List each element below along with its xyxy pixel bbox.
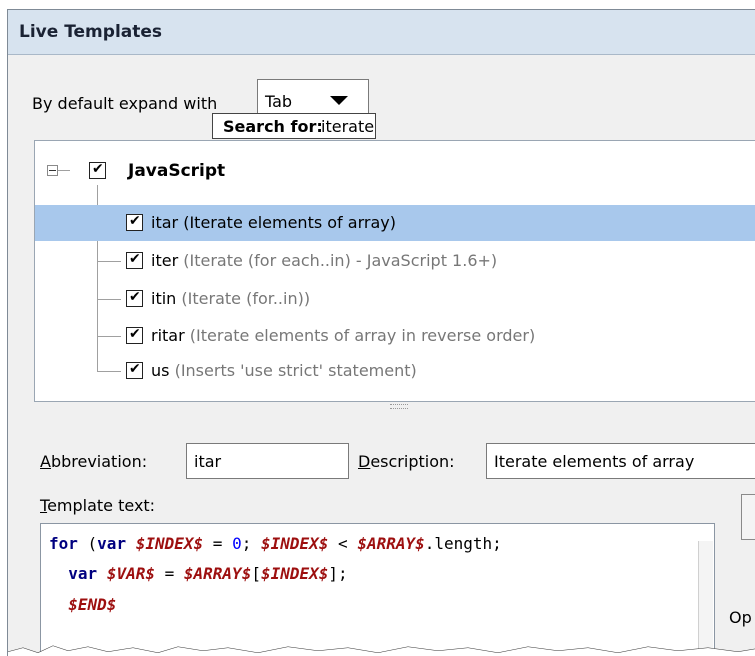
abbreviation-label: Abbreviation: (40, 452, 148, 471)
code-line: var $VAR$ = $ARRAY$[$INDEX$]; (49, 564, 348, 583)
group-checkbox[interactable]: ✔ (89, 161, 106, 179)
template-row-us[interactable]: ✔ us (Inserts 'use strict' statement) (35, 353, 755, 389)
templates-tree[interactable]: ✔ JavaScript ✔ itar (Iterate elements of… (34, 140, 755, 402)
live-templates-panel: Live Templates By default expand with Ta… (7, 9, 755, 656)
abbreviation-value: itar (194, 452, 222, 471)
editor-scrollbar[interactable] (698, 541, 713, 656)
collapse-toggle-icon[interactable] (47, 165, 58, 176)
checkmark-icon: ✔ (129, 251, 141, 267)
description-input[interactable]: Iterate elements of array (486, 443, 755, 479)
edit-variables-button[interactable] (741, 494, 755, 540)
expand-with-value: Tab (265, 92, 293, 111)
checkmark-icon: ✔ (129, 326, 141, 342)
code-token: for (49, 534, 78, 553)
template-abbreviation: us (151, 361, 170, 380)
template-text-label: Template text: (40, 496, 156, 515)
checkmark-icon: ✔ (129, 289, 141, 305)
panel-title: Live Templates (19, 22, 163, 42)
template-abbreviation: ritar (151, 326, 185, 345)
abbreviation-input[interactable]: itar (186, 443, 349, 479)
code-token: ( (77, 534, 98, 553)
expand-with-dropdown[interactable]: Tab (257, 79, 369, 113)
template-description: (Iterate (for each..in) - JavaScript 1.6… (183, 251, 498, 270)
template-row-iter[interactable]: ✔ iter (Iterate (for each..in) - JavaScr… (35, 243, 755, 279)
code-token: ; (241, 534, 261, 553)
template-row-ritar[interactable]: ✔ ritar (Iterate elements of array in re… (35, 318, 755, 354)
options-label: Op (729, 608, 752, 627)
template-checkbox[interactable]: ✔ (126, 361, 143, 379)
code-token: < (328, 534, 358, 553)
template-checkbox[interactable]: ✔ (126, 213, 143, 231)
code-token: var (68, 564, 98, 583)
search-popup: Search for: iterate (212, 113, 376, 139)
template-description: (Inserts 'use strict' statement) (174, 361, 417, 380)
code-token: $INDEX$ (260, 564, 329, 583)
code-token: $INDEX$ (135, 534, 204, 553)
description-value: Iterate elements of array (494, 452, 695, 471)
code-token: ]; (328, 564, 348, 583)
code-token: $VAR$ (106, 564, 155, 583)
code-token: $INDEX$ (260, 534, 329, 553)
code-token: [ (251, 564, 261, 583)
template-abbreviation: itin (151, 289, 177, 308)
chevron-down-icon (330, 96, 348, 105)
group-label-javascript: JavaScript (128, 161, 226, 181)
code-token: $ARRAY$ (183, 564, 252, 583)
code-token: 0 (232, 534, 242, 553)
torn-edge (8, 645, 755, 656)
description-label: Description: (358, 452, 455, 471)
code-token: $END$ (68, 595, 117, 614)
search-popup-label: Search for: (223, 117, 323, 136)
template-description: (Iterate elements of array) (183, 213, 396, 232)
template-text-editor[interactable]: for (var $INDEX$ = 0; $INDEX$ < $ARRAY$.… (40, 523, 715, 656)
template-abbreviation: iter (151, 251, 179, 270)
template-abbreviation: itar (151, 213, 179, 232)
checkmark-icon: ✔ (129, 213, 141, 229)
expand-with-label: By default expand with (32, 94, 218, 113)
template-checkbox[interactable]: ✔ (126, 251, 143, 269)
panel-header: Live Templates (8, 10, 755, 55)
code-token: var (97, 534, 127, 553)
code-token: = (154, 564, 184, 583)
code-line: $END$ (49, 595, 116, 614)
template-row-itar[interactable]: ✔ itar (Iterate elements of array) (35, 205, 755, 241)
code-line: for (var $INDEX$ = 0; $INDEX$ < $ARRAY$.… (49, 534, 502, 553)
template-row-itin[interactable]: ✔ itin (Iterate (for..in)) (35, 281, 755, 317)
splitter-grip[interactable] (390, 404, 408, 409)
checkmark-icon: ✔ (92, 161, 104, 177)
checkmark-icon: ✔ (129, 361, 141, 377)
search-popup-query: iterate (321, 117, 375, 136)
template-checkbox[interactable]: ✔ (126, 326, 143, 344)
code-token: $ARRAY$ (357, 534, 425, 553)
code-token: .length; (424, 534, 502, 553)
template-description: (Iterate (for..in)) (181, 289, 311, 308)
template-checkbox[interactable]: ✔ (126, 289, 143, 307)
code-token: = (203, 534, 233, 553)
template-description: (Iterate elements of array in reverse or… (189, 326, 536, 345)
